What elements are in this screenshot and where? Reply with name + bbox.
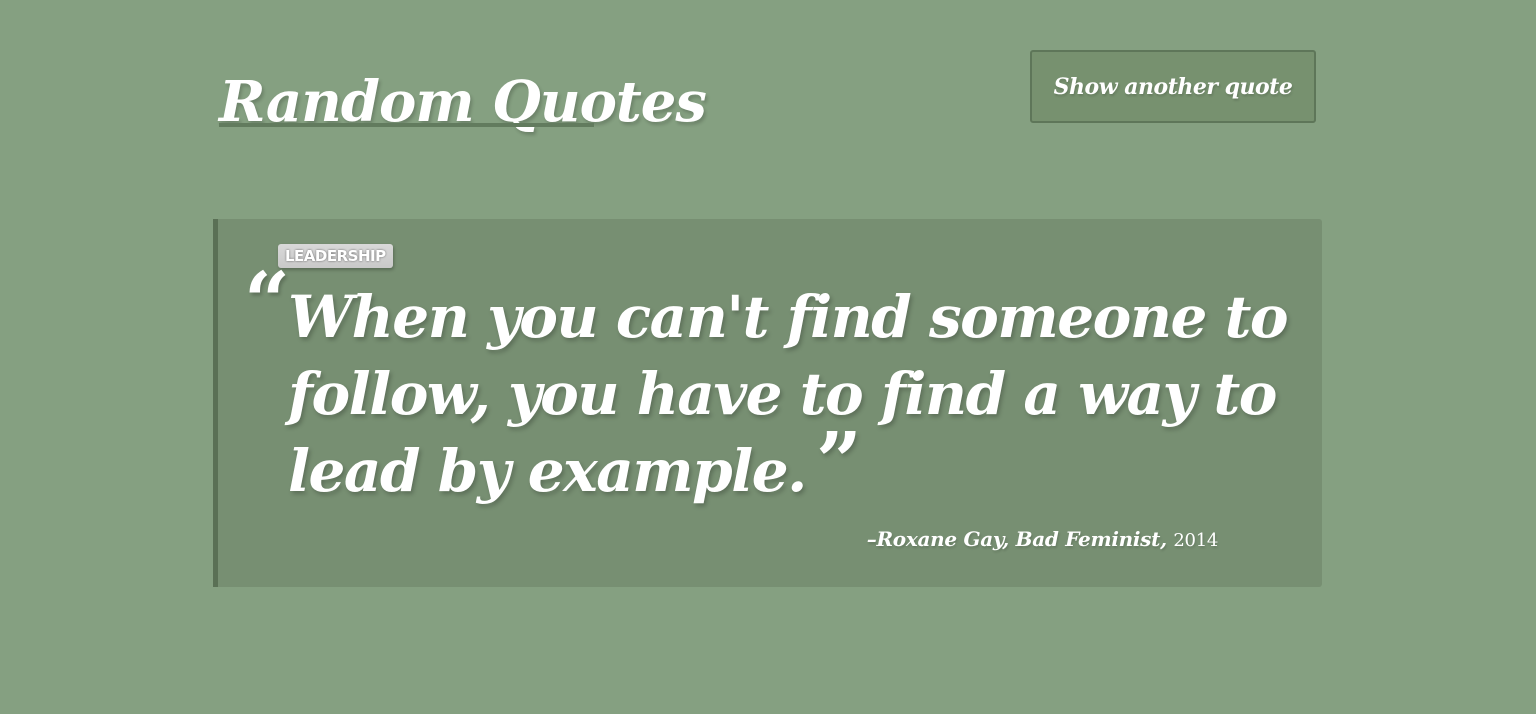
- close-quote-mark: ”: [815, 414, 862, 508]
- quote-box: LEADERSHIP “ When you can't find someone…: [213, 219, 1322, 587]
- show-another-quote-button[interactable]: Show another quote: [1030, 50, 1316, 123]
- citation-dash: –: [866, 527, 877, 551]
- quote-body: When you can't find someone to follow, y…: [288, 283, 1289, 505]
- quote-text: When you can't find someone to follow, y…: [288, 279, 1298, 510]
- quote-citation: –Roxane Gay, Bad Feminist, 2014: [866, 527, 1219, 551]
- page-title: Random Quotes: [219, 69, 707, 135]
- quote-author: Roxane Gay: [876, 527, 1003, 551]
- open-quote-mark: “: [244, 254, 291, 348]
- quote-year: 2014: [1173, 530, 1218, 551]
- page: Random Quotes Show another quote LEADERS…: [0, 0, 1536, 714]
- title-underline: [219, 123, 594, 127]
- quote-source: Bad Feminist: [1015, 527, 1161, 551]
- quote-tag-badge[interactable]: LEADERSHIP: [278, 244, 393, 268]
